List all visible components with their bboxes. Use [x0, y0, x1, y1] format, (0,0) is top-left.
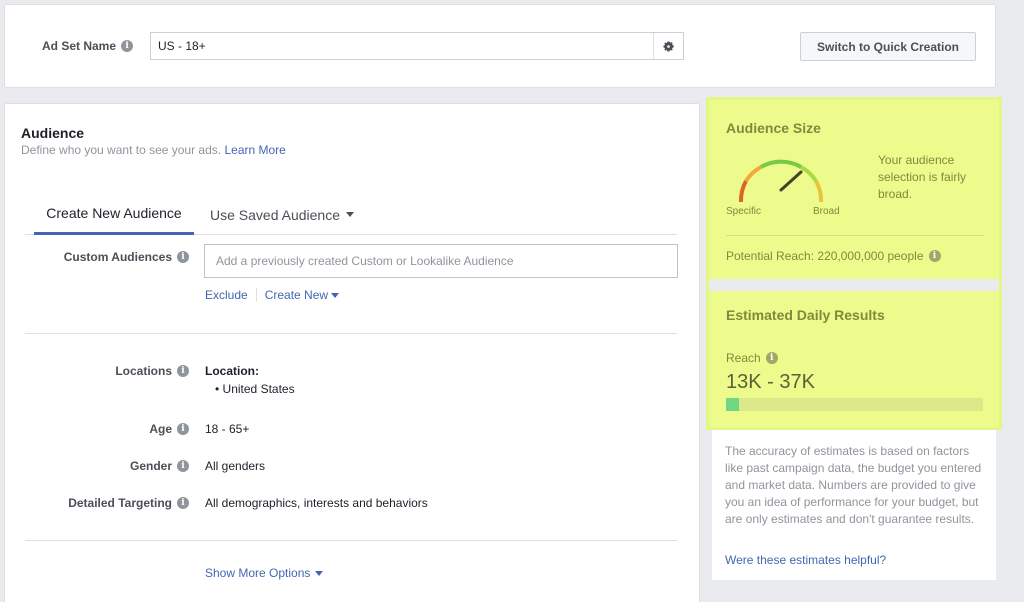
- chevron-down-icon: [345, 212, 354, 217]
- gear-icon[interactable]: [653, 33, 683, 59]
- gender-label-text: Gender: [129, 459, 172, 473]
- audience-size-title: Audience Size: [726, 120, 821, 136]
- info-icon[interactable]: i: [177, 460, 189, 472]
- detailed-targeting-label: Detailed Targeting i: [68, 496, 189, 510]
- tab-use-saved-audience[interactable]: Use Saved Audience: [210, 194, 390, 235]
- reach-label: Reach i: [726, 351, 778, 365]
- custom-audiences-label: Custom Audiences i: [64, 250, 189, 264]
- ad-set-name-value[interactable]: US - 18+: [151, 39, 653, 53]
- locations-label: Locations i: [115, 364, 189, 378]
- create-new-link[interactable]: Create New: [265, 288, 328, 302]
- estimates-helpful-link[interactable]: Were these estimates helpful?: [725, 553, 886, 567]
- learn-more-link[interactable]: Learn More: [224, 143, 285, 157]
- estimated-daily-results-card: Estimated Daily Results Reach i 13K - 37…: [708, 291, 1000, 428]
- location-item-label: United States: [222, 382, 295, 396]
- show-more-options-link[interactable]: Show More Options: [205, 566, 310, 580]
- gender-label: Gender i: [130, 459, 189, 473]
- reach-progress-fill: [726, 398, 739, 411]
- info-icon[interactable]: i: [765, 352, 778, 364]
- audience-size-card: Audience Size Specific Broad Your audien…: [708, 99, 1000, 279]
- gender-value[interactable]: All genders: [205, 459, 265, 473]
- chevron-down-icon: [315, 570, 324, 576]
- custom-audience-actions: Exclude Create New: [205, 288, 340, 302]
- switch-to-quick-creation-button[interactable]: Switch to Quick Creation: [800, 32, 976, 61]
- info-icon[interactable]: i: [177, 497, 189, 509]
- location-item: • United States: [215, 382, 295, 396]
- age-label-text: Age: [149, 422, 172, 436]
- tab-use-saved-audience-label: Use Saved Audience: [210, 206, 340, 223]
- divider: [25, 540, 677, 541]
- audience-tabs: Create New Audience Use Saved Audience: [25, 194, 677, 235]
- reach-label-text: Reach: [726, 351, 761, 365]
- exclude-link[interactable]: Exclude: [205, 288, 248, 302]
- audience-size-description: Your audience selection is fairly broad.: [878, 153, 967, 201]
- audience-panel: Audience Define who you want to see your…: [4, 103, 700, 602]
- age-label: Age i: [149, 422, 189, 436]
- info-icon[interactable]: i: [177, 365, 189, 377]
- age-value[interactable]: 18 - 65+: [205, 422, 249, 436]
- potential-reach: Potential Reach: 220,000,000 people i: [726, 249, 941, 263]
- audience-title: Audience: [21, 125, 85, 141]
- divider: [25, 333, 677, 334]
- locations-value[interactable]: Location: • United States: [205, 364, 295, 396]
- location-title: Location:: [205, 364, 259, 378]
- audience-subtitle: Define who you want to see your ads. Lea…: [21, 143, 286, 157]
- potential-reach-text: Potential Reach: 220,000,000 people: [726, 249, 924, 263]
- info-icon[interactable]: i: [177, 251, 189, 263]
- custom-audience-input[interactable]: Add a previously created Custom or Looka…: [204, 244, 678, 278]
- info-icon[interactable]: i: [121, 40, 134, 52]
- gauge-specific-label: Specific: [726, 206, 762, 217]
- reach-value: 13K - 37K: [726, 371, 815, 393]
- locations-label-text: Locations: [115, 364, 172, 378]
- ad-set-name-panel: Ad Set Name i US - 18+ Switch to Quick C…: [4, 4, 996, 88]
- gauge-broad-label: Broad: [813, 206, 840, 217]
- link-separator: [255, 288, 257, 302]
- custom-audiences-label-text: Custom Audiences: [63, 250, 172, 264]
- ad-set-name-input[interactable]: US - 18+: [150, 32, 684, 60]
- estimate-note: The accuracy of estimates is based on fa…: [712, 430, 996, 580]
- ad-set-name-label-text: Ad Set Name: [42, 39, 117, 53]
- chevron-down-icon[interactable]: [331, 292, 340, 298]
- audience-subtitle-text: Define who you want to see your ads.: [21, 143, 222, 157]
- estimate-note-text: The accuracy of estimates is based on fa…: [725, 444, 982, 526]
- estimated-daily-results-title: Estimated Daily Results: [726, 307, 885, 323]
- detailed-targeting-label-text: Detailed Targeting: [68, 496, 172, 510]
- info-icon[interactable]: i: [928, 250, 941, 262]
- detailed-targeting-value[interactable]: All demographics, interests and behavior…: [205, 496, 428, 510]
- info-icon[interactable]: i: [177, 423, 189, 435]
- show-more-options[interactable]: Show More Options: [205, 566, 324, 580]
- reach-progress-bar: [726, 398, 983, 411]
- tab-create-new-audience[interactable]: Create New Audience: [34, 194, 194, 235]
- ad-set-name-label: Ad Set Name i: [42, 39, 134, 53]
- divider: [726, 235, 984, 236]
